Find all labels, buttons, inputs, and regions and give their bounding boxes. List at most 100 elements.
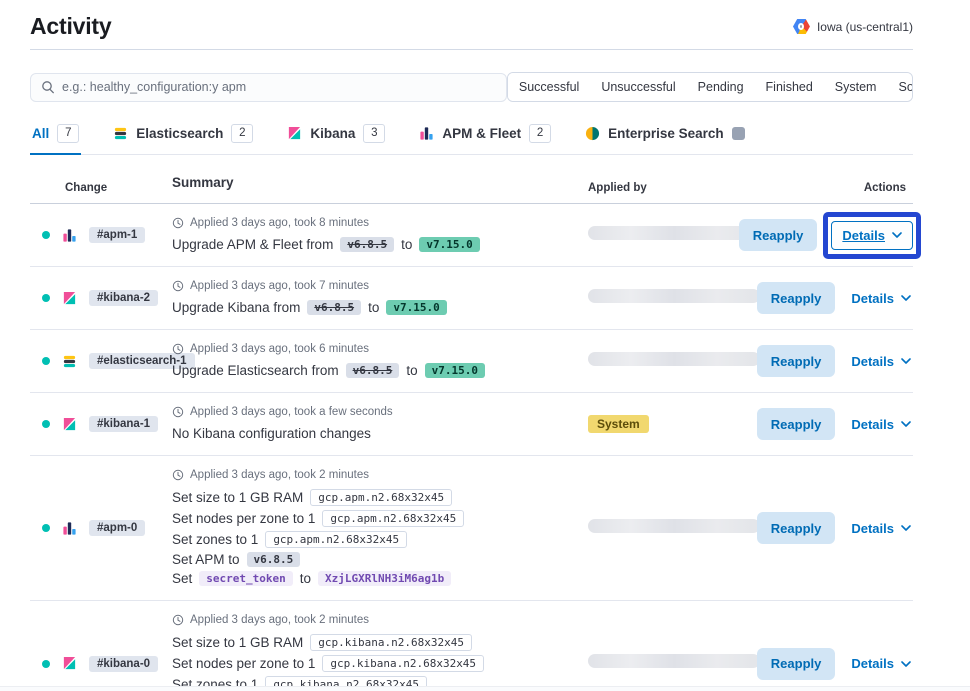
- time-text: Applied 3 days ago, took 2 minutes: [190, 469, 369, 481]
- applied-time: Applied 3 days ago, took 2 minutes: [172, 614, 588, 626]
- tab-apm-fleet[interactable]: APM & Fleet2: [417, 122, 553, 155]
- details-label: Details: [851, 291, 894, 306]
- summary-text: Set size to 1 GB RAM: [172, 635, 303, 650]
- applied-by-cell: System: [588, 415, 785, 433]
- details-dropdown[interactable]: Details: [849, 348, 913, 375]
- enterprise-search-icon: [585, 126, 600, 141]
- summary-cell: Applied 3 days ago, took 8 minutesUpgrad…: [172, 210, 588, 260]
- change-cell: #kibana-1: [30, 416, 172, 432]
- reapply-button[interactable]: Reapply: [757, 408, 836, 440]
- change-id-badge: #kibana-2: [89, 290, 158, 306]
- header-divider: [30, 49, 913, 50]
- summary-text: No Kibana configuration changes: [172, 426, 371, 441]
- reapply-button[interactable]: Reapply: [757, 282, 836, 314]
- search-input[interactable]: [62, 80, 496, 94]
- column-header-summary: Summary: [172, 171, 588, 194]
- reapply-button[interactable]: Reapply: [757, 512, 836, 544]
- time-text: Applied 3 days ago, took 2 minutes: [190, 614, 369, 626]
- redacted-email: [588, 352, 760, 366]
- time-text: Applied 3 days ago, took 8 minutes: [190, 217, 369, 229]
- applied-time: Applied 3 days ago, took a few seconds: [172, 406, 588, 418]
- kibana-icon: [287, 126, 302, 141]
- value-chip: v7.15.0: [425, 363, 485, 378]
- filter-label: Successful: [519, 80, 579, 94]
- tab-elasticsearch[interactable]: Elasticsearch2: [111, 122, 255, 155]
- value-chip: v6.8.5: [340, 237, 394, 252]
- chevron-down-icon: [901, 295, 911, 301]
- chevron-down-icon: [901, 421, 911, 427]
- time-text: Applied 3 days ago, took 7 minutes: [190, 280, 369, 292]
- filter-successful[interactable]: Successful: [508, 73, 590, 101]
- redacted-email: [588, 289, 760, 303]
- controls-row: Successful UnsuccessfulPending Finished Sys…: [30, 72, 913, 102]
- applied-by-cell: [588, 352, 785, 371]
- chevron-down-icon: [901, 661, 911, 667]
- summary-text: Set nodes per zone to 1: [172, 656, 315, 671]
- change-cell: #elasticsearch-1: [30, 353, 172, 369]
- redacted-email: [588, 654, 760, 668]
- details-dropdown[interactable]: Details: [849, 411, 913, 438]
- summary-text: to: [300, 571, 311, 586]
- activity-page: Activity Iowa (us-central1) SuccessfulUn…: [30, 0, 913, 691]
- filter-unsuccessful[interactable]: Unsuccessful: [590, 73, 686, 101]
- activity-row: #elasticsearch-1 Applied 3 days ago, took…: [30, 330, 913, 393]
- value-chip: XzjLGXRlNH3iM6ag1b: [318, 571, 451, 586]
- summary-text: Set APM to: [172, 552, 240, 567]
- details-label: Details: [851, 417, 894, 432]
- activity-table: Change Summary Applied by Actions #apm-1…: [30, 167, 913, 691]
- value-chip: gcp.kibana.n2.68x32x45: [322, 655, 484, 672]
- value-chip: v7.15.0: [386, 300, 446, 315]
- change-id-badge: #apm-1: [89, 227, 145, 243]
- status-success-dot: [42, 524, 50, 532]
- page-title: Activity: [30, 13, 111, 40]
- clock-icon: [172, 406, 184, 418]
- chevron-down-icon: [901, 358, 911, 364]
- tab-label: Elasticsearch: [136, 126, 223, 141]
- summary-text: Set: [172, 571, 192, 586]
- status-success-dot: [42, 231, 50, 239]
- value-chip: secret_token: [199, 571, 292, 586]
- filter-finished[interactable]: Finished: [755, 73, 824, 101]
- redacted-email: [588, 519, 760, 533]
- details-dropdown[interactable]: Details: [849, 650, 913, 677]
- chevron-down-icon: [892, 232, 902, 238]
- details-dropdown[interactable]: Details: [849, 285, 913, 312]
- summary-line: Set size to 1 GB RAMgcp.apm.n2.68x32x45: [172, 489, 588, 506]
- reapply-button[interactable]: Reapply: [739, 219, 818, 251]
- google-cloud-icon: [793, 19, 810, 34]
- actions-cell: ReapplyDetails: [785, 282, 913, 314]
- activity-row: #apm-0Applied 3 days ago, took 2 minutes…: [30, 456, 913, 601]
- summary-cell: Applied 3 days ago, took 2 minutes Set si…: [172, 462, 588, 594]
- details-dropdown[interactable]: Details: [849, 515, 913, 542]
- time-text: Applied 3 days ago, took 6 minutes: [190, 343, 369, 355]
- tab-kibana[interactable]: Kibana3: [285, 122, 387, 155]
- tab-count-badge: 7: [57, 124, 79, 143]
- details-dropdown[interactable]: Details: [831, 221, 913, 250]
- filter-label: System: [835, 80, 877, 94]
- search-bar[interactable]: [30, 73, 507, 102]
- reapply-button[interactable]: Reapply: [757, 648, 836, 680]
- tab-count-placeholder: [732, 127, 745, 140]
- change-cell: #kibana-0: [30, 656, 172, 672]
- tab-all[interactable]: All7: [30, 122, 81, 155]
- value-chip: v6.8.5: [247, 552, 301, 567]
- change-cell: #kibana-2: [30, 290, 172, 306]
- actions-cell: ReapplyDetails: [785, 512, 913, 544]
- summary-line: Set size to 1 GB RAMgcp.kibana.n2.68x32x…: [172, 634, 588, 651]
- table-header-row: Change Summary Applied by Actions: [30, 167, 913, 204]
- tab-label: Kibana: [310, 126, 355, 141]
- filter-system[interactable]: System: [824, 73, 888, 101]
- status-success-dot: [42, 357, 50, 365]
- reapply-button[interactable]: Reapply: [757, 345, 836, 377]
- filter-label: Finished: [766, 80, 813, 94]
- tab-enterprise-search[interactable]: Enterprise Search: [583, 122, 747, 155]
- value-chip: v6.8.5: [307, 300, 361, 315]
- redacted-email: [588, 226, 760, 240]
- filter-source[interactable]: Source: [887, 73, 913, 101]
- filter-pending[interactable]: Pending: [687, 73, 755, 101]
- summary-line: Set nodes per zone to 1gcp.apm.n2.68x32x…: [172, 510, 588, 527]
- summary-line: No Kibana configuration changes: [172, 426, 588, 441]
- system-badge: System: [588, 415, 649, 433]
- details-label: Details: [851, 354, 894, 369]
- applied-time: Applied 3 days ago, took 8 minutes: [172, 217, 588, 229]
